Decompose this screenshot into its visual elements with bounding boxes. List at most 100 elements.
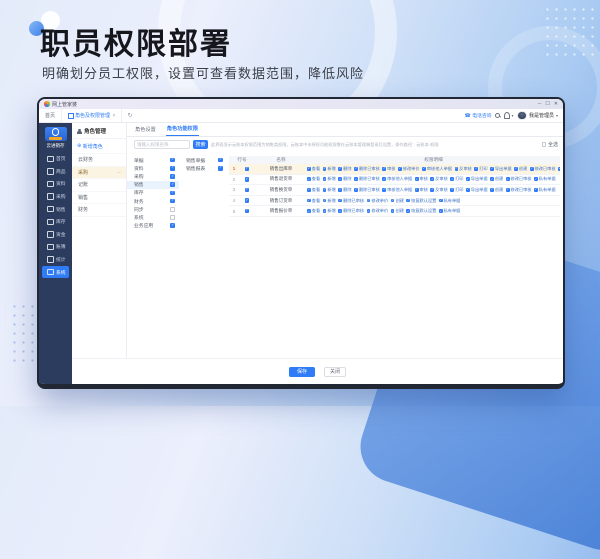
permission-tag-checkbox[interactable] (366, 198, 371, 203)
module-row[interactable]: 同步 (127, 205, 179, 213)
module-row[interactable]: 销售 (127, 180, 179, 189)
permission-tag-checkbox[interactable] (307, 177, 311, 182)
role-list-item[interactable]: 云财务 … (72, 154, 126, 167)
permission-tag-checkbox[interactable] (354, 177, 358, 182)
permission-tag-checkbox[interactable] (366, 209, 371, 214)
permission-search-input[interactable] (134, 140, 190, 149)
minimize-icon[interactable]: ─ (538, 101, 542, 107)
module-checkbox[interactable] (170, 157, 175, 163)
permission-tag-checkbox[interactable] (390, 209, 395, 214)
permission-tag-checkbox[interactable] (382, 166, 387, 171)
permission-tag-checkbox[interactable] (390, 198, 395, 203)
subcategory-checkbox[interactable] (218, 165, 223, 171)
permission-tag-checkbox[interactable] (382, 188, 387, 192)
role-list-item[interactable]: 销售 … (72, 192, 126, 204)
notifications-button[interactable]: ▾ (504, 112, 513, 119)
tab-role-function-permissions[interactable]: 角色功能权限 (165, 125, 199, 136)
permission-tag-checkbox[interactable] (422, 166, 426, 171)
permission-tag-checkbox[interactable] (430, 188, 435, 192)
permission-tag-checkbox[interactable] (490, 177, 494, 182)
subcategory-checkbox[interactable] (218, 157, 223, 163)
table-row[interactable]: 4 销售订货单 查看 (229, 196, 560, 207)
row-checkbox[interactable] (244, 177, 250, 182)
module-row[interactable]: 采购 (127, 172, 179, 180)
module-checkbox[interactable] (170, 206, 175, 212)
permission-tag-checkbox[interactable] (398, 166, 402, 171)
permission-tag-checkbox[interactable] (466, 177, 470, 182)
subcategory-row[interactable]: 销售报表 (179, 164, 227, 172)
maximize-icon[interactable]: ☐ (545, 101, 549, 107)
module-row[interactable]: 财务 (127, 197, 179, 205)
sidebar-item[interactable]: 账簿 (42, 241, 69, 254)
search-button[interactable]: 搜索 (193, 140, 208, 149)
module-checkbox[interactable] (170, 174, 175, 179)
permission-tag-checkbox[interactable] (354, 166, 358, 171)
module-row[interactable]: 系统 (127, 213, 179, 221)
permission-tag-checkbox[interactable] (322, 166, 327, 171)
sidebar-item[interactable]: 首页 (42, 153, 69, 166)
row-checkbox[interactable] (244, 187, 250, 193)
permission-tag-checkbox[interactable] (307, 209, 311, 214)
permission-tag-checkbox[interactable] (438, 209, 443, 214)
refresh-icon[interactable]: ↻ (127, 112, 132, 119)
permission-tag-checkbox[interactable] (558, 166, 560, 171)
module-checkbox[interactable] (170, 198, 175, 204)
row-checkbox[interactable] (244, 166, 250, 172)
permission-tag-checkbox[interactable] (338, 166, 343, 171)
permission-tag-checkbox[interactable] (322, 209, 327, 214)
table-row[interactable]: 5 销售报价单 查看 (229, 206, 560, 217)
module-checkbox[interactable] (170, 182, 175, 187)
select-all-checkbox[interactable] (541, 142, 547, 147)
permission-tag-checkbox[interactable] (406, 209, 411, 214)
role-list-item[interactable]: 记账 … (72, 179, 126, 192)
permission-tag-checkbox[interactable] (322, 188, 327, 192)
save-button[interactable]: 保存 (288, 366, 315, 377)
permission-tag-checkbox[interactable] (454, 166, 459, 171)
permission-tag-checkbox[interactable] (322, 198, 327, 203)
permission-tag-checkbox[interactable] (450, 177, 455, 182)
permission-tag-checkbox[interactable] (474, 166, 479, 171)
module-row[interactable]: 单据 (127, 156, 179, 164)
sidebar-item[interactable]: 统计 (42, 253, 69, 266)
module-checkbox[interactable] (170, 223, 175, 228)
close-icon[interactable]: ✕ (554, 101, 558, 107)
role-list-item[interactable]: 采购 … (72, 166, 126, 179)
permission-tag-checkbox[interactable] (490, 188, 494, 192)
permission-tag-checkbox[interactable] (466, 188, 470, 192)
permission-tag-checkbox[interactable] (382, 177, 387, 182)
module-row[interactable]: 业务应用 (127, 222, 179, 230)
module-checkbox[interactable] (170, 165, 175, 171)
permission-tag-checkbox[interactable] (430, 177, 435, 182)
permission-tag-checkbox[interactable] (414, 177, 419, 182)
permission-tag-checkbox[interactable] (338, 177, 343, 182)
permission-tag-checkbox[interactable] (534, 188, 538, 192)
permission-tag-checkbox[interactable] (406, 198, 411, 203)
table-row[interactable]: 1 销售出库单 查看 (229, 164, 560, 175)
permission-tag-checkbox[interactable] (307, 198, 311, 203)
permission-tag-checkbox[interactable] (338, 188, 343, 192)
tab-role-permission[interactable]: 角色及权限管理 × (62, 109, 123, 122)
permission-tag-checkbox[interactable] (505, 177, 510, 182)
row-checkbox[interactable] (244, 198, 250, 203)
permission-tag-checkbox[interactable] (514, 166, 518, 171)
table-row[interactable]: 2 销售退货单 查看 (229, 175, 560, 186)
permission-tag-checkbox[interactable] (338, 198, 343, 203)
permission-tag-checkbox[interactable] (307, 166, 311, 171)
phone-support-button[interactable]: ☎ 电话咨询 (465, 112, 492, 120)
row-checkbox[interactable] (244, 208, 250, 214)
permission-tag-checkbox[interactable] (414, 188, 419, 192)
tab-home[interactable]: 首页 (39, 109, 63, 122)
tab-close-icon[interactable]: × (113, 113, 116, 119)
permission-tag-checkbox[interactable] (534, 177, 538, 182)
account-menu[interactable]: 我是管理员 ▾ (517, 110, 558, 121)
tab-role-settings[interactable]: 角色设置 (134, 126, 157, 136)
sidebar-item[interactable]: 资料 (42, 178, 69, 191)
permission-tag-checkbox[interactable] (307, 188, 311, 192)
add-role-button[interactable]: ⊕ 新增角色 (72, 139, 126, 154)
permission-tag-checkbox[interactable] (354, 188, 358, 192)
permission-tag-checkbox[interactable] (529, 166, 534, 171)
permission-tag-checkbox[interactable] (338, 209, 343, 214)
permission-tag-checkbox[interactable] (490, 166, 494, 171)
close-button[interactable]: 关闭 (323, 366, 346, 377)
permission-tag-checkbox[interactable] (450, 188, 455, 192)
